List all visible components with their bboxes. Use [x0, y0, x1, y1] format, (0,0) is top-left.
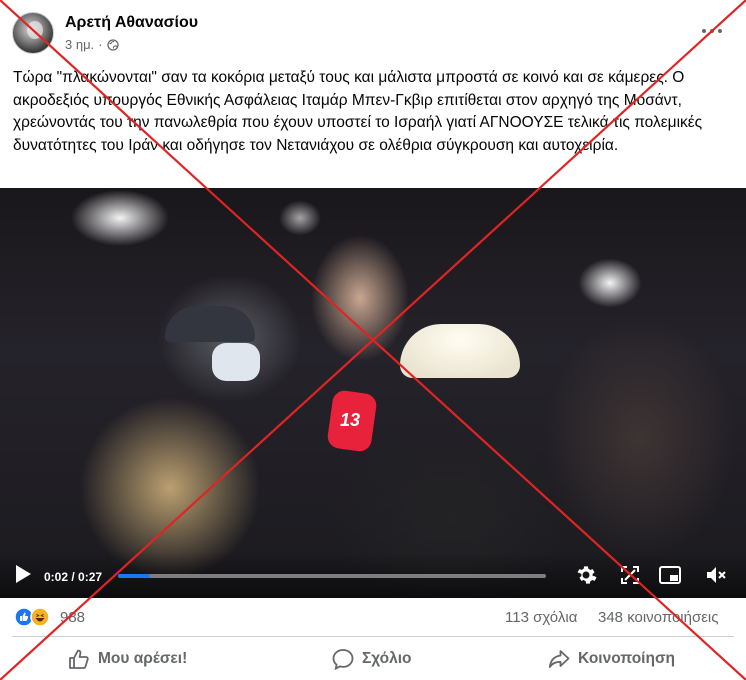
- mute-icon[interactable]: [704, 563, 728, 587]
- settings-icon[interactable]: [574, 563, 598, 587]
- like-button[interactable]: Μου αρέσει!: [68, 644, 187, 674]
- post-text: Τώρα "πλακώνονται" σαν τα κοκόρια μεταξύ…: [13, 69, 703, 154]
- shares-count[interactable]: 348 κοινοποιήσεις: [598, 609, 718, 626]
- video-microphone-label: 13: [340, 410, 361, 430]
- comments-count[interactable]: 113 σχόλια: [505, 609, 577, 626]
- more-options-icon[interactable]: [700, 20, 724, 40]
- video-time: 0:02 / 0:27: [44, 570, 103, 584]
- video-progress-bar[interactable]: [118, 574, 546, 578]
- comment-icon: [332, 649, 354, 670]
- reaction-icons[interactable]: [14, 607, 54, 627]
- fullscreen-icon[interactable]: [618, 563, 642, 587]
- post-time[interactable]: 3 ημ.: [65, 37, 94, 52]
- meta-separator: ·: [98, 37, 103, 52]
- video-controls: 0:02 / 0:27: [0, 552, 746, 598]
- share-button-label: Κοινοποίηση: [578, 650, 676, 667]
- reactions-bar: 988 113 σχόλια 348 κοινοποιήσεις: [0, 598, 746, 636]
- video-progress-fill: [118, 574, 150, 578]
- video-person-kippah: [400, 324, 520, 378]
- author-avatar[interactable]: [12, 12, 54, 54]
- post-actions: Μου αρέσει! Σχόλιο Κοινοποίηση: [0, 637, 746, 680]
- video-frame: [0, 188, 746, 598]
- video-person-mask: [212, 343, 260, 381]
- share-button[interactable]: Κοινοποίηση: [548, 644, 675, 674]
- video-person-cap: [165, 306, 255, 342]
- thumbs-up-icon: [69, 649, 89, 669]
- haha-icon: [30, 607, 50, 627]
- like-button-label: Μου αρέσει!: [98, 650, 188, 667]
- globe-icon: [106, 38, 119, 51]
- play-icon[interactable]: [14, 564, 32, 584]
- picture-in-picture-icon[interactable]: [658, 563, 682, 587]
- reactions-count[interactable]: 988: [60, 609, 85, 626]
- share-icon: [548, 650, 570, 668]
- comment-button[interactable]: Σχόλιο: [332, 644, 412, 674]
- video-player[interactable]: 13 0:02 / 0:27: [0, 188, 746, 598]
- comment-button-label: Σχόλιο: [362, 650, 412, 667]
- author-name[interactable]: Αρετή Αθανασίου: [65, 14, 198, 32]
- post-header: Αρετή Αθανασίου 3 ημ. ·: [0, 0, 746, 64]
- post-meta: 3 ημ. ·: [65, 37, 119, 52]
